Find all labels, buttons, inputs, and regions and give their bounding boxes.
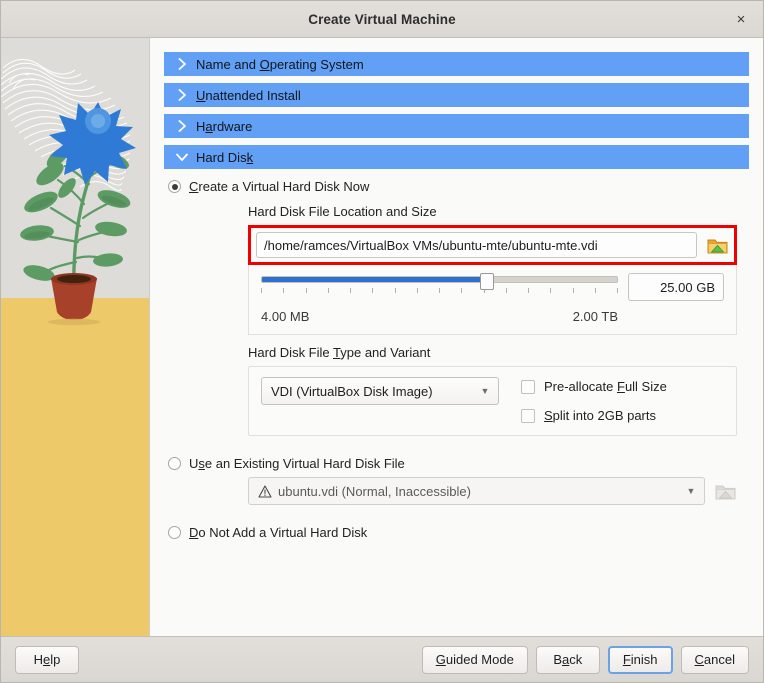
hard-disk-path-input[interactable]: /home/ramces/VirtualBox VMs/ubuntu-mte/u… [256,232,697,258]
variant-checkboxes: Pre-allocate Full Size Split into 2GB pa… [521,377,667,423]
hard-disk-type-panel: VDI (VirtualBox Disk Image) ▼ Pre-alloca… [248,366,737,436]
potted-flower-artwork [1,38,149,636]
size-max-label: 2.00 TB [572,309,618,324]
radio-indicator [168,526,181,539]
wizard-content: Name and Operating System Unattended Ins… [150,38,763,636]
section-hard-disk[interactable]: Hard Disk [164,145,749,169]
radio-label: Create a Virtual Hard Disk Now [189,179,370,194]
guided-mode-button[interactable]: Guided Mode [421,645,528,674]
section-unattended-install[interactable]: Unattended Install [164,83,749,107]
existing-hard-disk-select[interactable]: ubuntu.vdi (Normal, Inaccessible) ▼ [248,477,705,505]
type-row: VDI (VirtualBox Disk Image) ▼ Pre-alloca… [261,377,724,423]
checkbox-split-into-2gb-parts[interactable]: Split into 2GB parts [521,408,667,423]
selected-file-type: VDI (VirtualBox Disk Image) [271,383,433,399]
cancel-button[interactable]: Cancel [680,645,749,674]
size-slider[interactable] [261,273,618,294]
red-highlight-box: /home/ramces/VirtualBox VMs/ubuntu-mte/u… [248,225,737,265]
slider-handle[interactable] [479,273,494,290]
sidebar-illustration [1,38,150,636]
warning-triangle-icon [258,484,272,498]
chevron-down-icon: ▼ [480,386,490,396]
checkbox-label: Pre-allocate Full Size [544,379,667,394]
chevron-down-icon: ▼ [686,486,696,496]
window-title: Create Virtual Machine [308,11,456,27]
radio-label: Do Not Add a Virtual Hard Disk [189,525,368,540]
hard-disk-size-panel: 25.00 GB 4.00 MB 2.00 TB [248,265,737,335]
finish-button[interactable]: Finish [607,645,673,674]
radio-indicator [168,180,181,193]
section-label: Hardware [196,118,253,134]
radio-label: Use an Existing Virtual Hard Disk File [189,456,405,471]
existing-disk-row: ubuntu.vdi (Normal, Inaccessible) ▼ [248,477,737,505]
slider-track[interactable] [261,273,618,290]
size-slider-row: 25.00 GB [261,273,724,301]
hard-disk-size-value[interactable]: 25.00 GB [628,273,724,301]
hard-disk-path-highlight-wrap: /home/ramces/VirtualBox VMs/ubuntu-mte/u… [248,225,737,265]
label-hard-disk-file-type-and-variant: Hard Disk File Type and Variant [248,345,431,360]
section-label: Name and Operating System [196,56,364,72]
chevron-right-icon [174,120,190,132]
folder-open-icon[interactable] [705,233,729,257]
checkbox-indicator [521,408,535,423]
radio-create-virtual-hard-disk-now[interactable]: Create a Virtual Hard Disk Now [168,179,749,194]
existing-disk-browse-icon [713,479,737,503]
checkbox-indicator [521,379,535,394]
back-button[interactable]: Back [535,645,600,674]
dialog-body: Name and Operating System Unattended Ins… [1,38,763,636]
radio-use-existing-virtual-hard-disk-file[interactable]: Use an Existing Virtual Hard Disk File [168,456,749,471]
close-icon[interactable]: × [729,7,753,31]
chevron-right-icon [174,58,190,70]
size-range-labels: 4.00 MB 2.00 TB [261,309,724,324]
title-bar: Create Virtual Machine × [1,1,763,38]
chevron-down-icon [174,153,190,162]
radio-indicator [168,457,181,470]
chevron-right-icon [174,89,190,101]
dialog-footer: Help Guided Mode Back Finish Cancel [1,636,763,682]
slider-ticks [261,288,618,294]
create-virtual-machine-dialog: Create Virtual Machine × Name and Operat… [0,0,764,683]
section-name-and-operating-system[interactable]: Name and Operating System [164,52,749,76]
hard-disk-file-type-select[interactable]: VDI (VirtualBox Disk Image) ▼ [261,377,499,405]
radio-do-not-add-a-virtual-hard-disk[interactable]: Do Not Add a Virtual Hard Disk [168,525,749,540]
label-hard-disk-file-location-and-size: Hard Disk File Location and Size [248,204,437,219]
section-hardware[interactable]: Hardware [164,114,749,138]
slider-fill [262,277,486,282]
checkbox-label: Split into 2GB parts [544,408,656,423]
help-button[interactable]: Help [15,645,79,674]
section-label: Hard Disk [196,149,254,165]
section-label: Unattended Install [196,87,301,103]
existing-disk-value: ubuntu.vdi (Normal, Inaccessible) [278,483,471,499]
checkbox-pre-allocate-full-size[interactable]: Pre-allocate Full Size [521,379,667,394]
size-min-label: 4.00 MB [261,309,310,324]
